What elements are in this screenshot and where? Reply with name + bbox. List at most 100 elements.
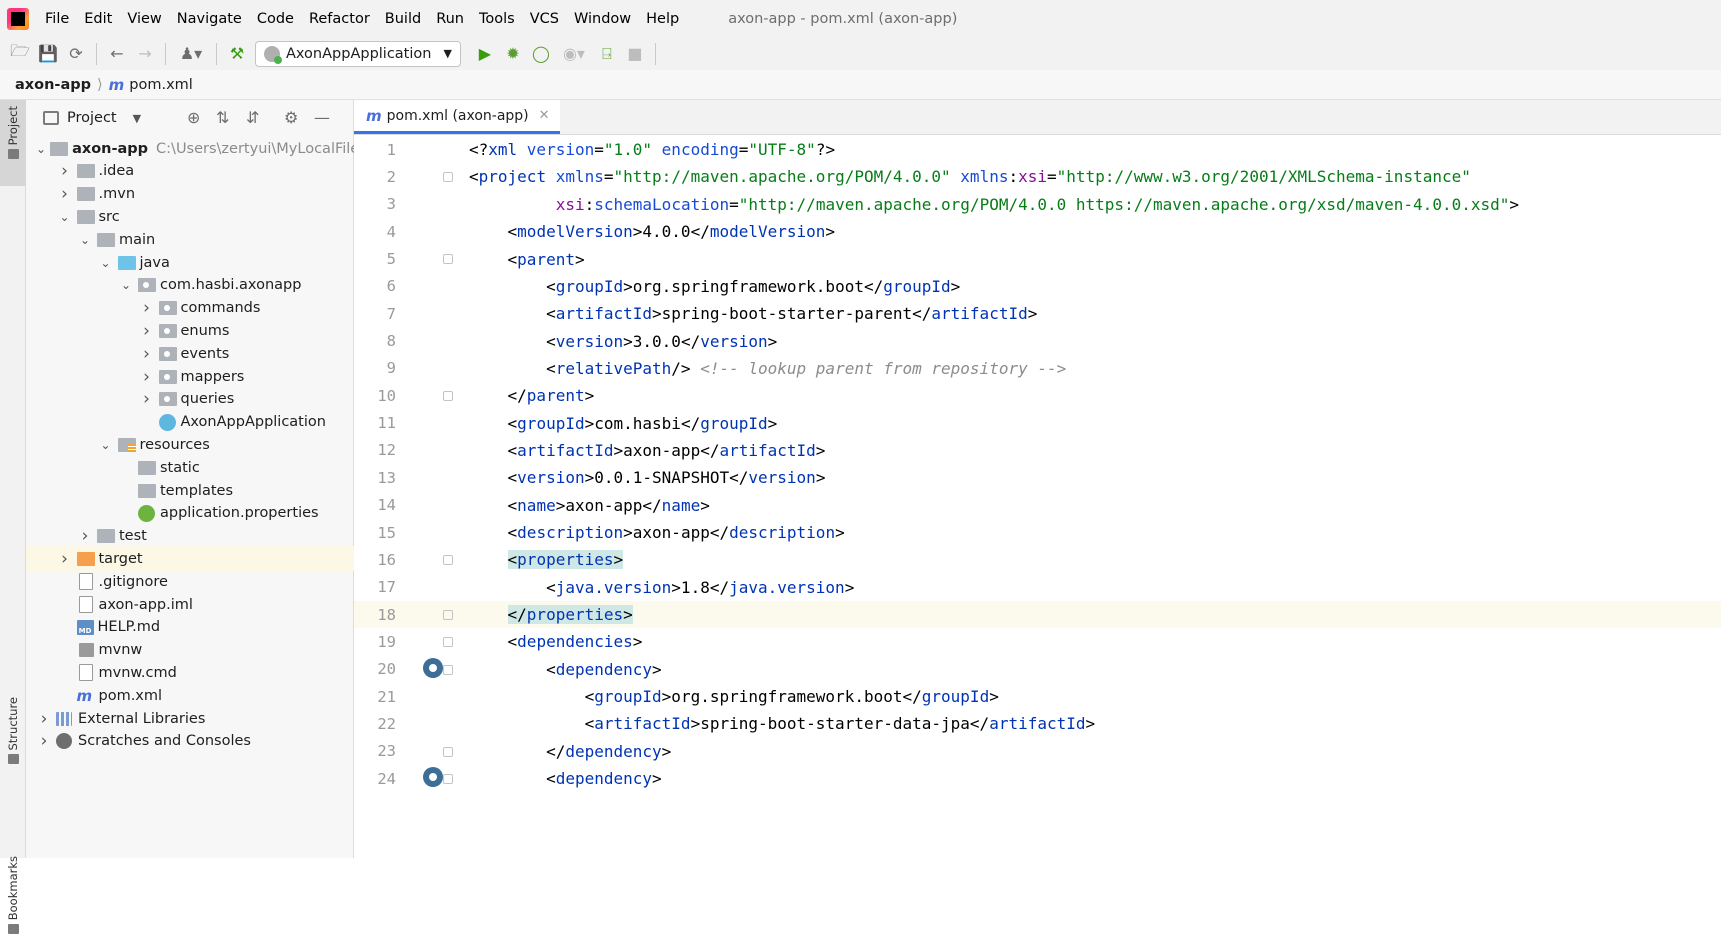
code-line[interactable]: 9 <relativePath/> <!-- lookup parent fro… — [354, 355, 1721, 382]
chevron-right-icon[interactable]: › — [139, 298, 155, 318]
tree-item[interactable]: application.properties — [26, 501, 354, 526]
open-folder-icon[interactable]: 🗁 — [6, 41, 34, 67]
debug-bug-icon[interactable]: ✹ — [499, 41, 527, 67]
code-line[interactable]: 3 xsi:schemaLocation="http://maven.apach… — [354, 191, 1721, 218]
chevron-down-icon[interactable]: ▼ — [133, 112, 141, 125]
menu-edit[interactable]: Edit — [84, 11, 112, 27]
tree-item[interactable]: › test — [26, 524, 354, 549]
tree-item[interactable]: axon-app.iml — [26, 592, 354, 617]
breadcrumb-file[interactable]: pom.xml — [129, 77, 193, 93]
tree-item[interactable]: ⌄ com.hasbi.axonapp — [26, 273, 354, 298]
fold-marker-icon[interactable] — [443, 254, 453, 265]
fold-marker-icon[interactable] — [443, 609, 453, 620]
tree-item[interactable]: ⌄ resources — [26, 432, 354, 457]
code-line[interactable]: 12 <artifactId>axon-app</artifactId> — [354, 437, 1721, 464]
code-line[interactable]: 20 <dependency> — [354, 656, 1721, 683]
stop-icon[interactable]: ■ — [621, 41, 649, 67]
code-line[interactable]: 18 </properties> — [354, 600, 1721, 629]
menu-tools[interactable]: Tools — [479, 11, 515, 27]
chevron-right-icon[interactable]: › — [57, 549, 73, 569]
tree-item[interactable]: ⌄ src — [26, 204, 354, 229]
maven-dependency-gutter-icon[interactable] — [423, 657, 443, 678]
chevron-right-icon[interactable]: › — [139, 389, 155, 409]
menu-window[interactable]: Window — [574, 11, 631, 27]
menu-help[interactable]: Help — [646, 11, 679, 27]
code-line[interactable]: 22 <artifactId>spring-boot-starter-data-… — [354, 710, 1721, 737]
code-line[interactable]: 16 <properties> — [354, 546, 1721, 573]
fold-marker-icon[interactable] — [443, 172, 453, 183]
run-icon[interactable]: ▶ — [471, 41, 499, 67]
code-line[interactable]: 21 <groupId>org.springframework.boot</gr… — [354, 683, 1721, 710]
back-arrow-icon[interactable]: ← — [103, 41, 131, 67]
code-line[interactable]: 7 <artifactId>spring-boot-starter-parent… — [354, 300, 1721, 327]
code-line[interactable]: 1 <?xml version="1.0" encoding="UTF-8"?> — [354, 136, 1721, 163]
chevron-right-icon[interactable]: › — [36, 731, 52, 751]
collapse-all-icon[interactable]: ⇵ — [246, 108, 259, 127]
chevron-right-icon[interactable]: › — [139, 367, 155, 387]
tree-item[interactable]: › target — [26, 546, 354, 572]
attach-debugger-icon[interactable]: ⍈ — [593, 41, 621, 67]
fold-marker-icon[interactable] — [443, 555, 453, 566]
fold-marker-icon[interactable] — [443, 746, 453, 757]
menu-code[interactable]: Code — [257, 11, 294, 27]
breadcrumb-project[interactable]: axon-app — [15, 77, 91, 93]
chevron-down-icon[interactable]: ⌄ — [77, 233, 93, 247]
project-tool-tab[interactable]: Project — [0, 100, 26, 186]
chevron-down-icon[interactable]: ⌄ — [98, 256, 114, 270]
bookmarks-tool-tab[interactable]: Bookmarks — [0, 790, 26, 940]
code-line[interactable]: 5 <parent> — [354, 245, 1721, 272]
menu-view[interactable]: View — [127, 11, 161, 27]
forward-arrow-icon[interactable]: → — [131, 41, 159, 67]
chevron-down-icon[interactable]: ⌄ — [57, 210, 73, 224]
tree-item[interactable]: ⌄ java — [26, 250, 354, 275]
tree-item[interactable]: m pom.xml — [26, 683, 354, 708]
code-line[interactable]: 23 </dependency> — [354, 738, 1721, 765]
menu-build[interactable]: Build — [385, 11, 421, 27]
fold-marker-icon[interactable] — [443, 664, 453, 675]
save-all-icon[interactable]: 💾 — [34, 41, 62, 67]
code-line[interactable]: 14 <name>axon-app</name> — [354, 492, 1721, 519]
fold-marker-icon[interactable] — [443, 637, 453, 648]
sync-icon[interactable]: ⟳ — [62, 41, 90, 67]
tree-item[interactable]: › .mvn — [26, 182, 354, 207]
chevron-down-icon[interactable]: ⌄ — [36, 142, 46, 156]
code-line[interactable]: 4 <modelVersion>4.0.0</modelVersion> — [354, 218, 1721, 245]
vcs-user-icon[interactable]: ♟▾ — [172, 41, 210, 67]
chevron-down-icon[interactable]: ⌄ — [98, 438, 114, 452]
code-line[interactable]: 13 <version>0.0.1-SNAPSHOT</version> — [354, 464, 1721, 491]
tree-item[interactable]: › events — [26, 341, 354, 366]
tree-item[interactable]: templates — [26, 478, 354, 503]
menu-refactor[interactable]: Refactor — [309, 11, 370, 27]
tree-item[interactable]: ⌄ main — [26, 227, 354, 252]
chevron-right-icon[interactable]: › — [57, 161, 73, 181]
chevron-right-icon[interactable]: › — [77, 526, 93, 546]
tree-item[interactable]: .gitignore — [26, 569, 354, 594]
tree-item[interactable]: AxonAppApplication — [26, 410, 354, 435]
editor-tab-pom-xml[interactable]: m pom.xml (axon-app) ✕ — [354, 100, 560, 134]
tree-item[interactable]: static — [26, 455, 354, 480]
close-icon[interactable]: ✕ — [539, 108, 550, 123]
code-line[interactable]: 19 <dependencies> — [354, 628, 1721, 655]
maven-dependency-gutter-icon[interactable] — [423, 767, 443, 788]
fold-marker-icon[interactable] — [443, 391, 453, 402]
profiler-icon[interactable]: ◉▾ — [555, 41, 593, 67]
chevron-right-icon[interactable]: › — [139, 321, 155, 341]
run-with-coverage-icon[interactable]: ◯ — [527, 41, 555, 67]
menu-navigate[interactable]: Navigate — [177, 11, 242, 27]
code-line[interactable]: 11 <groupId>com.hasbi</groupId> — [354, 410, 1721, 437]
chevron-down-icon[interactable]: ⌄ — [118, 278, 134, 292]
code-line[interactable]: 6 <groupId>org.springframework.boot</gro… — [354, 273, 1721, 300]
locate-target-icon[interactable]: ⊕ — [187, 108, 200, 127]
expand-all-icon[interactable]: ⇅ — [216, 108, 229, 127]
menu-run[interactable]: Run — [436, 11, 464, 27]
build-hammer-icon[interactable]: ⚒ — [223, 41, 251, 67]
code-line[interactable]: 17 <java.version>1.8</java.version> — [354, 574, 1721, 601]
code-line[interactable]: 24 <dependency> — [354, 765, 1721, 792]
chevron-right-icon[interactable]: › — [36, 709, 52, 729]
tree-item[interactable]: › commands — [26, 296, 354, 321]
tree-item[interactable]: › enums — [26, 318, 354, 343]
tree-item[interactable]: ⌄ axon-app C:\Users\zertyui\MyLocalFiles\ — [26, 136, 354, 161]
code-line[interactable]: 15 <description>axon-app</description> — [354, 519, 1721, 546]
tree-item[interactable]: › Scratches and Consoles — [26, 729, 354, 754]
tree-item[interactable]: mvnw — [26, 638, 354, 663]
